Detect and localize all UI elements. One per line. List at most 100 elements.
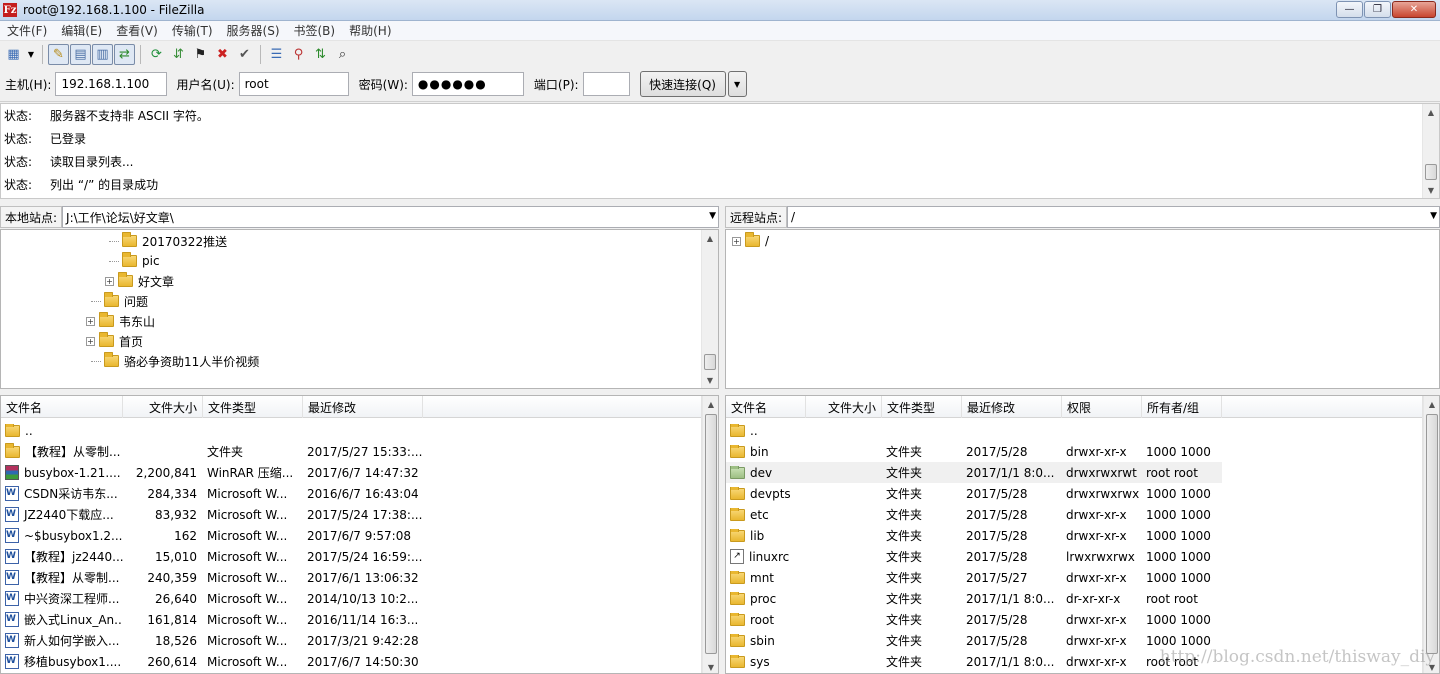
sync-browsing-icon[interactable]: ⇅: [310, 44, 331, 65]
menu-edit[interactable]: 编辑(E): [54, 22, 109, 39]
expand-icon[interactable]: +: [732, 236, 741, 246]
chevron-down-icon[interactable]: ▼: [709, 211, 716, 221]
site-manager-icon[interactable]: ▦: [3, 44, 24, 65]
column-header-owner[interactable]: 所有者/组: [1142, 396, 1222, 418]
table-row[interactable]: 【教程】jz2440... 15,010 Microsoft W... 2017/5/…: [1, 546, 423, 567]
table-row[interactable]: 中兴资深工程师... 26,640 Microsoft W... 2014/10/13…: [1, 588, 423, 609]
scroll-down-icon[interactable]: ▼: [703, 659, 718, 673]
menu-bookmarks[interactable]: 书签(B): [287, 22, 343, 39]
column-header-size[interactable]: 文件大小: [123, 396, 203, 418]
local-list-scroll-thumb[interactable]: [705, 414, 717, 654]
column-header-name[interactable]: 文件名: [1, 396, 123, 418]
tree-node[interactable]: 20170322推送: [109, 231, 227, 251]
password-input[interactable]: ●●●●●●: [411, 72, 524, 96]
close-button[interactable]: ✕: [1392, 1, 1436, 18]
column-header-modified[interactable]: 最近修改: [962, 396, 1062, 418]
tree-node[interactable]: + 好文章: [105, 271, 174, 291]
local-list-scrollbar[interactable]: ▲ ▼: [701, 396, 718, 673]
table-row[interactable]: devpts 文件夹 2017/5/28 drwxrwxrwx 1000 1000: [726, 483, 1222, 504]
tree-node[interactable]: pic: [109, 251, 160, 271]
local-tree-scrollbar[interactable]: ▲ ▼: [701, 230, 718, 388]
toggle-local-tree-icon[interactable]: ▤: [70, 43, 91, 65]
local-path-input[interactable]: J:\工作\论坛\好文章\ ▼: [62, 206, 719, 228]
site-manager-dropdown-icon[interactable]: ▼: [25, 44, 37, 65]
column-header-size[interactable]: 文件大小: [806, 396, 882, 418]
quickconnect-dropdown-icon[interactable]: ▼: [727, 71, 747, 97]
table-row[interactable]: JZ2440下载应... 83,932 Microsoft W... 2017/5/2…: [1, 504, 423, 525]
menu-view[interactable]: 查看(V): [109, 22, 165, 39]
file-name: sbin: [750, 633, 775, 648]
table-row[interactable]: sbin 文件夹 2017/5/28 drwxr-xr-x 1000 1000: [726, 630, 1222, 651]
table-row[interactable]: proc 文件夹 2017/1/1 8:0... dr-xr-xr-x root roo…: [726, 588, 1222, 609]
minimize-button[interactable]: —: [1336, 1, 1363, 18]
username-input[interactable]: root: [238, 72, 349, 96]
scroll-up-icon[interactable]: ▲: [703, 396, 718, 412]
host-input[interactable]: 192.168.1.100: [55, 72, 168, 96]
table-row[interactable]: 【教程】从零制... 240,359 Microsoft W... 2017/6/1 …: [1, 567, 423, 588]
table-row[interactable]: 新人如何学嵌入... 18,526 Microsoft W... 2017/3/21 …: [1, 630, 423, 651]
table-row[interactable]: 【教程】从零制... 文件夹 2017/5/27 15:33:...: [1, 441, 423, 462]
port-input[interactable]: [582, 72, 630, 96]
compare-dirs-icon[interactable]: ⚲: [288, 44, 309, 65]
table-row[interactable]: 嵌入式Linux_An... 161,814 Microsoft W... 2016/…: [1, 609, 423, 630]
toggle-log-icon[interactable]: ✎: [48, 43, 69, 65]
file-size: 83,932: [123, 508, 203, 522]
quickconnect-button[interactable]: 快速连接(Q): [639, 71, 726, 97]
table-row[interactable]: 移植busybox1.... 260,614 Microsoft W... 2017/…: [1, 651, 423, 672]
table-row[interactable]: etc 文件夹 2017/5/28 drwxr-xr-x 1000 1000: [726, 504, 1222, 525]
menu-file[interactable]: 文件(F): [0, 22, 54, 39]
tree-node[interactable]: + 首页: [86, 331, 143, 351]
tree-node[interactable]: + 韦东山: [86, 311, 155, 331]
table-row[interactable]: dev 文件夹 2017/1/1 8:0... drwxrwxrwt root root: [726, 462, 1222, 483]
chevron-down-icon[interactable]: ▼: [1430, 211, 1437, 221]
column-header-name[interactable]: 文件名: [726, 396, 806, 418]
expand-icon[interactable]: +: [86, 316, 95, 326]
remote-path-input[interactable]: / ▼: [787, 206, 1440, 228]
local-tree-scroll-thumb[interactable]: [704, 354, 716, 370]
tree-node[interactable]: 问题: [91, 291, 148, 311]
expand-icon[interactable]: +: [86, 336, 95, 346]
table-row[interactable]: ..: [1, 420, 423, 441]
scroll-up-icon[interactable]: ▲: [702, 230, 718, 246]
remote-list-scroll-thumb[interactable]: [1426, 414, 1438, 654]
scroll-down-icon[interactable]: ▼: [1423, 182, 1439, 198]
refresh-icon[interactable]: ⟳: [146, 44, 167, 65]
table-row[interactable]: mnt 文件夹 2017/5/27 drwxr-xr-x 1000 1000: [726, 567, 1222, 588]
log-scroll-thumb[interactable]: [1425, 164, 1437, 180]
reconnect-icon[interactable]: ✔: [234, 44, 255, 65]
column-header-type[interactable]: 文件类型: [882, 396, 962, 418]
scroll-up-icon[interactable]: ▲: [1424, 396, 1439, 412]
column-header-modified[interactable]: 最近修改: [303, 396, 423, 418]
table-row[interactable]: bin 文件夹 2017/5/28 drwxr-xr-x 1000 1000: [726, 441, 1222, 462]
expand-icon[interactable]: +: [105, 276, 114, 286]
file-type-text: 文件夹: [886, 529, 923, 543]
menu-transfer[interactable]: 传输(T): [165, 22, 220, 39]
cancel-operation-icon[interactable]: ⚑: [190, 44, 211, 65]
table-row[interactable]: ↗ linuxrc 文件夹 2017/5/28 lrwxrwxrwx 1000 1000: [726, 546, 1222, 567]
toggle-remote-tree-icon[interactable]: ▥: [92, 43, 113, 65]
table-row[interactable]: busybox-1.21.... 2,200,841 WinRAR 压缩... 201…: [1, 462, 423, 483]
filter-icon[interactable]: ☰: [266, 44, 287, 65]
file-name: dev: [750, 465, 773, 480]
disconnect-icon[interactable]: ✖: [212, 44, 233, 65]
table-row[interactable]: CSDN采访韦东... 284,334 Microsoft W... 2016/6/7…: [1, 483, 423, 504]
menu-help[interactable]: 帮助(H): [342, 22, 398, 39]
process-queue-icon[interactable]: ⇵: [168, 44, 189, 65]
menu-server[interactable]: 服务器(S): [220, 22, 287, 39]
search-files-icon[interactable]: ⌕: [332, 44, 353, 65]
tree-node[interactable]: + /: [732, 231, 769, 251]
log-scrollbar[interactable]: ▲ ▼: [1422, 104, 1439, 198]
maximize-button[interactable]: ❐: [1364, 1, 1391, 18]
remote-list-scrollbar[interactable]: ▲ ▼: [1422, 396, 1439, 673]
column-header-permissions[interactable]: 权限: [1062, 396, 1142, 418]
table-row[interactable]: lib 文件夹 2017/5/28 drwxr-xr-x 1000 1000: [726, 525, 1222, 546]
table-row[interactable]: ~$busybox1.2... 162 Microsoft W... 2017/6/7…: [1, 525, 423, 546]
table-row[interactable]: root 文件夹 2017/5/28 drwxr-xr-x 1000 1000: [726, 609, 1222, 630]
tree-node[interactable]: 骆必争资助11人半价视频: [91, 351, 259, 371]
scroll-down-icon[interactable]: ▼: [702, 372, 718, 388]
table-row[interactable]: ..: [726, 420, 1222, 441]
column-header-type[interactable]: 文件类型: [203, 396, 303, 418]
toggle-queue-icon[interactable]: ⇄: [114, 43, 135, 65]
table-row[interactable]: sys 文件夹 2017/1/1 8:0... drwxr-xr-x root root: [726, 651, 1222, 672]
scroll-up-icon[interactable]: ▲: [1423, 104, 1439, 120]
